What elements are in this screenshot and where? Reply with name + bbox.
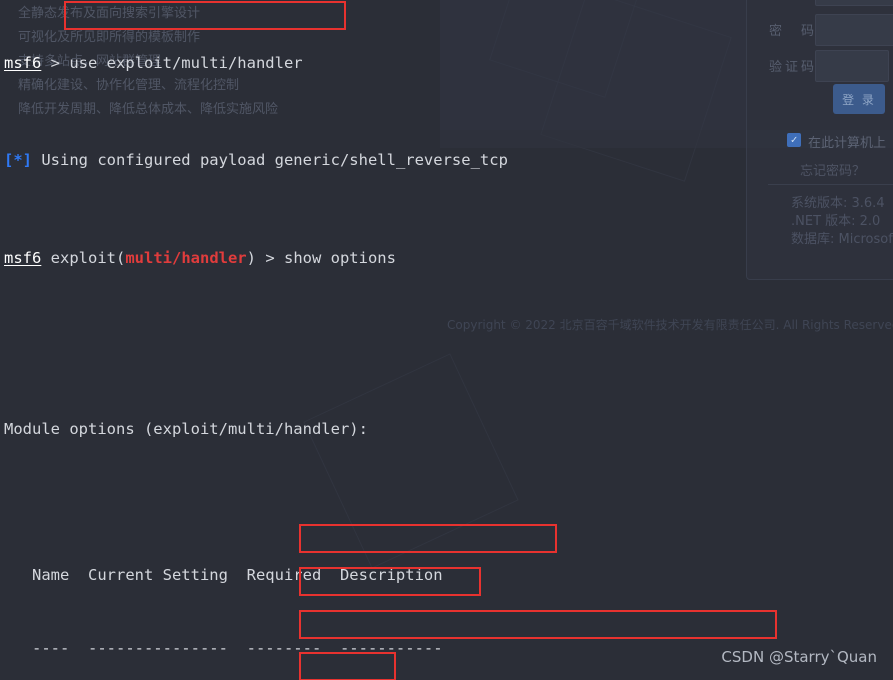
screenshot-root: 全静态发布及面向搜索引擎设计 可视化及所见即所得的模板制作 支持多站点，网站群管… [0, 0, 893, 680]
prompt-post: ) > [246, 249, 284, 268]
command-text: show options [283, 249, 396, 268]
info-marker: [*] [4, 151, 32, 170]
terminal-line-module-options-title: Module options (exploit/multi/handler): [4, 419, 368, 438]
info-text: Using configured payload generic/shell_r… [32, 151, 508, 170]
prompt-user: msf6 [4, 249, 42, 268]
csdn-watermark: CSDN @Starry`Quan [721, 648, 877, 666]
terminal-line: [*] Using configured payload generic/she… [4, 148, 893, 172]
command-text: use exploit/multi/handler [69, 53, 303, 72]
terminal-output[interactable]: msf6 > use exploit/multi/handler [*] Usi… [0, 0, 893, 680]
prompt-tail: > [41, 53, 70, 72]
prompt-user: msf6 [4, 53, 42, 72]
terminal-line: msf6 exploit(multi/handler) > show optio… [4, 246, 893, 270]
prompt-module: multi/handler [125, 249, 247, 268]
terminal-line: msf6 > use exploit/multi/handler [4, 51, 893, 75]
terminal-line-module-options-header: Name Current Setting Required Descriptio… [4, 566, 443, 585]
prompt-pre: exploit( [41, 249, 126, 268]
